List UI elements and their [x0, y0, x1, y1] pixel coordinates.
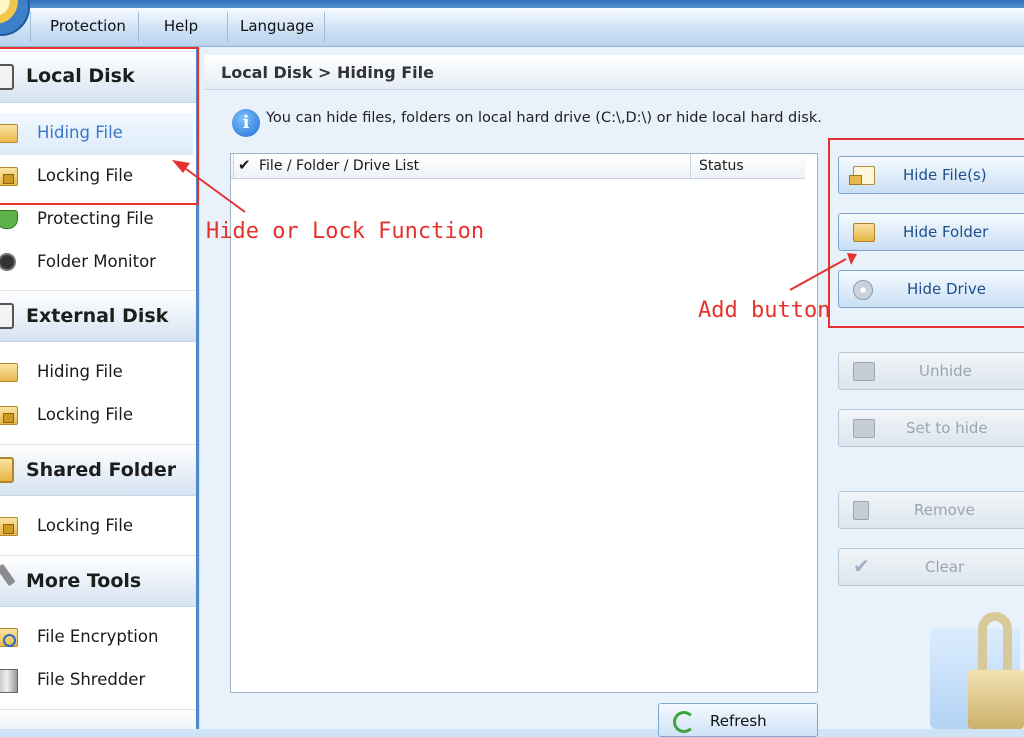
annotation-hide-lock: Hide or Lock Function — [206, 219, 485, 244]
encryption-icon — [0, 628, 18, 647]
remove-button[interactable]: Remove — [838, 491, 1024, 529]
section-settings-partial[interactable] — [0, 709, 196, 729]
menu-separator — [30, 12, 31, 42]
sidebar-item-label: Hiding File — [37, 362, 123, 381]
decorative-padlock-icon — [978, 612, 1012, 678]
sidebar-item-label: Folder Monitor — [37, 252, 156, 271]
set-to-hide-button[interactable]: Set to hide — [838, 409, 1024, 447]
lock-folder-icon — [0, 406, 18, 425]
breadcrumb-bar: Local Disk > Hiding File — [204, 55, 1024, 90]
breadcrumb: Local Disk > Hiding File — [221, 63, 434, 82]
sidebar-item-label: Protecting File — [37, 209, 154, 228]
unlock-icon — [853, 362, 875, 381]
sidebar-item-shared-locking-file[interactable]: Locking File — [0, 506, 193, 548]
refresh-label: Refresh — [710, 712, 767, 730]
button-label: Unhide — [919, 362, 972, 380]
menu-help[interactable]: Help — [148, 8, 214, 46]
section-more-tools[interactable]: More Tools — [0, 555, 196, 607]
sidebar-item-folder-monitor[interactable]: Folder Monitor — [0, 242, 193, 284]
info-text: You can hide files, folders on local har… — [266, 110, 822, 126]
monitor-icon — [0, 253, 16, 271]
sidebar-item-label: Locking File — [37, 405, 133, 424]
select-all-checkbox[interactable]: ✔ — [238, 156, 251, 174]
clear-button[interactable]: ✔ Clear — [838, 548, 1024, 586]
button-label: Set to hide — [906, 419, 988, 437]
section-shared-folder[interactable]: Shared Folder — [0, 444, 196, 496]
sidebar-item-protecting-file[interactable]: Protecting File — [0, 199, 193, 241]
sidebar-item-file-shredder[interactable]: File Shredder — [0, 660, 193, 702]
header-divider — [690, 154, 691, 178]
shredder-icon — [0, 669, 18, 693]
external-disk-icon — [0, 303, 14, 329]
menubar: Protection Help Language — [0, 8, 1024, 47]
sidebar-item-external-locking-file[interactable]: Locking File — [0, 395, 193, 437]
section-title: More Tools — [26, 570, 142, 592]
check-icon: ✔ — [853, 554, 870, 578]
shield-icon — [0, 210, 18, 229]
menu-language[interactable]: Language — [234, 8, 320, 46]
title-strip — [0, 0, 1024, 8]
menu-separator — [227, 12, 228, 42]
shared-folder-icon — [0, 457, 14, 483]
document-icon — [853, 501, 869, 520]
refresh-icon — [673, 711, 695, 733]
refresh-button[interactable]: Refresh — [658, 703, 818, 737]
sidebar-item-external-hiding-file[interactable]: Hiding File — [0, 352, 193, 394]
lock-icon — [853, 419, 875, 438]
list-header: ✔ File / Folder / Drive List Status — [231, 154, 805, 179]
sidebar-item-label: File Encryption — [37, 627, 159, 646]
lock-folder-icon — [0, 517, 18, 536]
sidebar-item-file-encryption[interactable]: File Encryption — [0, 617, 193, 659]
annotation-add-button: Add button — [698, 298, 831, 323]
column-header-status[interactable]: Status — [699, 158, 744, 174]
menu-separator — [138, 12, 139, 42]
section-title: Shared Folder — [26, 459, 177, 481]
hide-folder-icon — [0, 363, 18, 382]
button-label: Clear — [925, 558, 965, 576]
info-icon: i — [232, 109, 260, 137]
menu-separator — [324, 12, 325, 42]
unhide-button[interactable]: Unhide — [838, 352, 1024, 390]
section-external-disk[interactable]: External Disk — [0, 290, 196, 342]
annotation-box-hide-lock — [0, 47, 199, 205]
tools-icon — [0, 563, 16, 587]
header-divider — [233, 154, 234, 178]
column-header-file[interactable]: File / Folder / Drive List — [259, 158, 419, 174]
menu-protection[interactable]: Protection — [38, 8, 138, 46]
decorative-padlock-body — [968, 670, 1024, 729]
section-title: External Disk — [26, 305, 169, 327]
sidebar-item-label: File Shredder — [37, 670, 146, 689]
button-label: Remove — [914, 501, 975, 519]
sidebar-item-label: Locking File — [37, 516, 133, 535]
annotation-box-add-buttons — [828, 138, 1024, 328]
